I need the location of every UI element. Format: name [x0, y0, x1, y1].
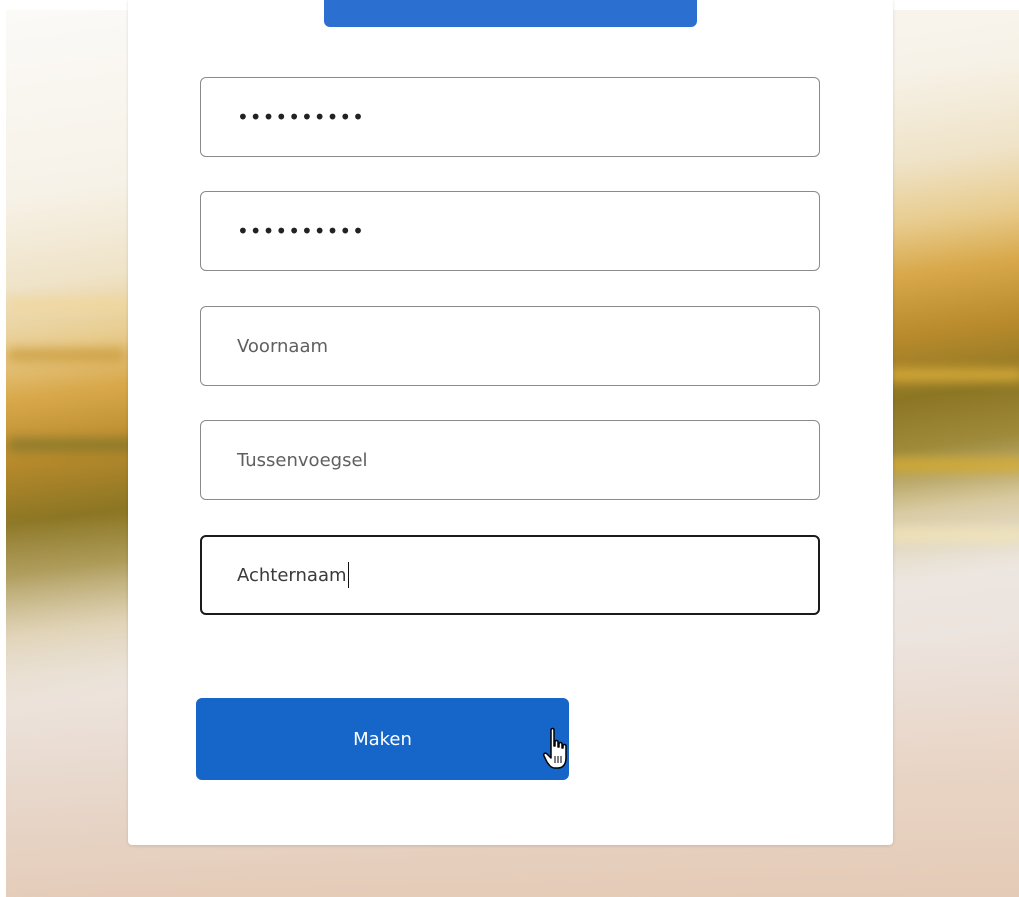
first-name-field[interactable]: Voornaam — [200, 306, 820, 386]
text-caret — [347, 562, 349, 588]
middle-name-field[interactable]: Tussenvoegsel — [200, 420, 820, 500]
password-value: •••••••••• — [237, 105, 365, 129]
first-name-placeholder: Voornaam — [237, 335, 329, 357]
hand-pointer-icon — [543, 727, 567, 769]
password-confirm-value: •••••••••• — [237, 219, 365, 243]
last-name-value: Achternaam — [237, 564, 347, 586]
password-confirm-field[interactable]: •••••••••• — [200, 191, 820, 271]
create-button-label: Maken — [353, 728, 412, 750]
last-name-field[interactable]: Achternaam — [200, 535, 820, 615]
create-button[interactable]: Maken — [196, 698, 569, 780]
password-field[interactable]: •••••••••• — [200, 77, 820, 157]
previous-button[interactable] — [324, 0, 697, 27]
middle-name-placeholder: Tussenvoegsel — [237, 449, 368, 471]
